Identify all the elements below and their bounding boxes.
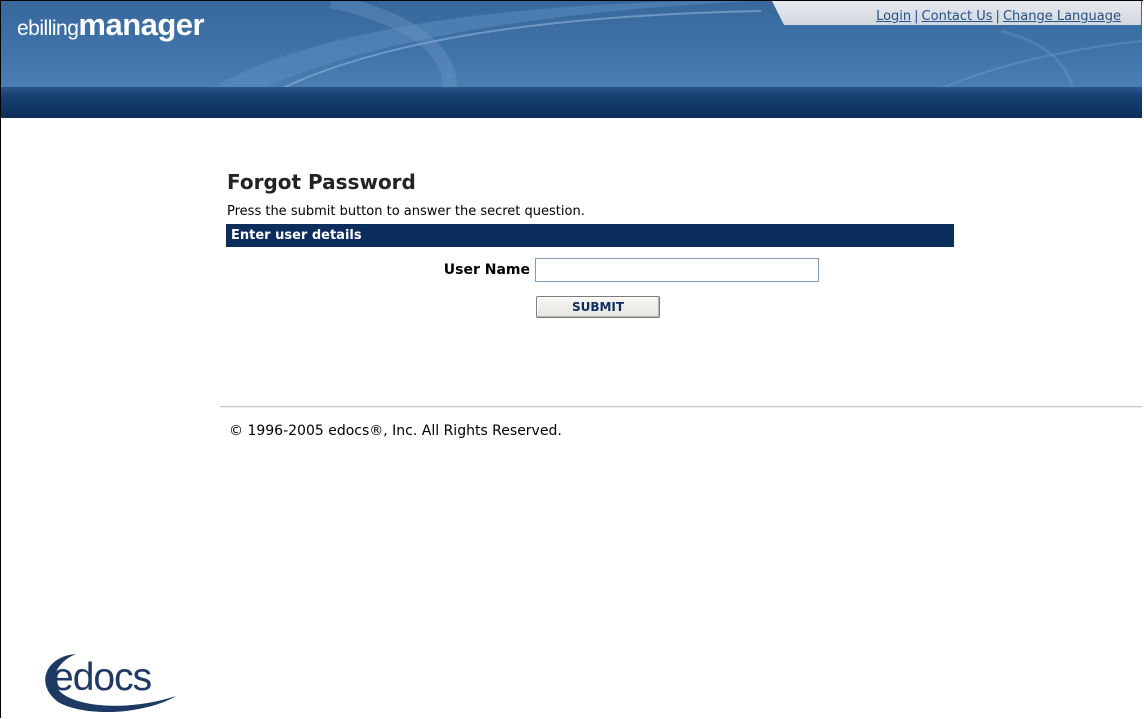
link-separator: | [914,9,919,24]
brand-name: manager [78,7,205,42]
logo-wordmark: edocs [52,656,152,699]
change-language-link[interactable]: Change Language [1003,9,1121,24]
header-band [1,87,1142,118]
contact-us-link[interactable]: Contact Us [922,9,993,24]
page-title: Forgot Password [227,170,416,194]
username-input[interactable] [535,258,819,282]
section-header: Enter user details [226,224,954,247]
link-separator: | [995,9,1000,24]
section-header-label: Enter user details [231,228,362,243]
top-links: Login | Contact Us | Change Language [876,9,1121,24]
footer-divider [220,406,1142,408]
instruction-text: Press the submit button to answer the se… [227,204,585,219]
submit-button[interactable]: SUBMIT [536,296,660,318]
copyright-text: © 1996-2005 edocs®, Inc. All Rights Rese… [229,423,562,439]
brand-prefix: ebilling [17,17,79,40]
brand-logo: ebillingmanager [17,7,205,43]
login-link[interactable]: Login [876,9,911,24]
username-label: User Name [443,262,530,278]
edocs-logo: edocs [36,646,196,716]
